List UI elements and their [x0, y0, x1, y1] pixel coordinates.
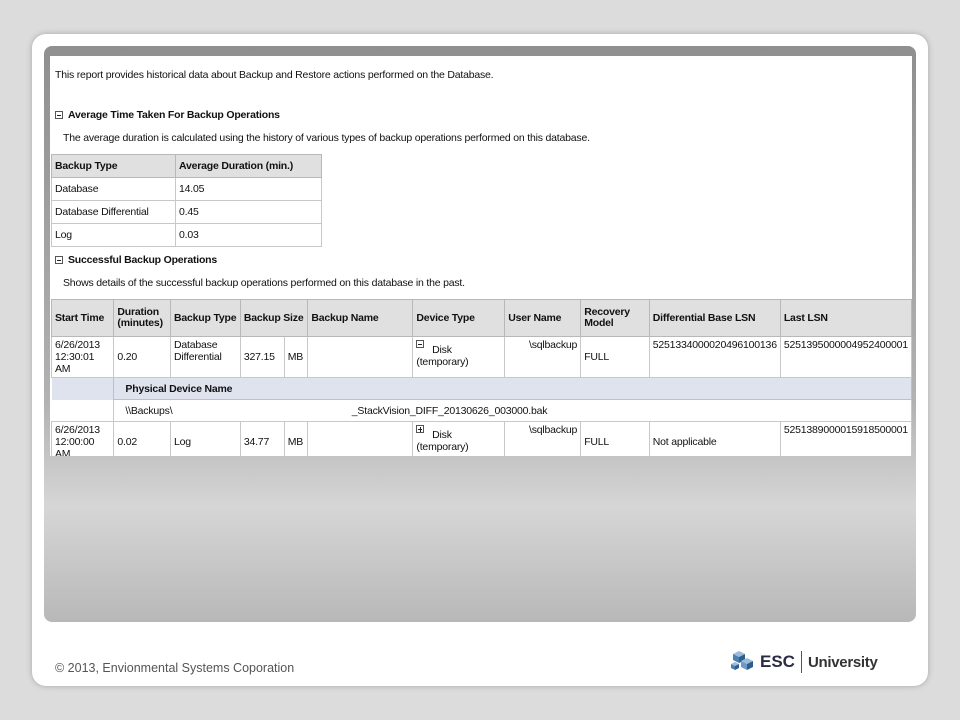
collapse-icon[interactable]: [416, 340, 425, 348]
cell-size-unit: MB: [283, 336, 309, 378]
expand-icon[interactable]: [416, 425, 425, 433]
col-start-time: Start Time: [50, 299, 115, 337]
cell-recovery-model: FULL: [580, 421, 650, 456]
col-recovery-model: Recovery Model: [580, 299, 650, 337]
avg-section-title: Average Time Taken For Backup Operations: [68, 109, 280, 121]
col-backup-type: Backup Type: [170, 299, 241, 337]
cell-backup-size: 327.15: [239, 336, 285, 378]
report-intro: This report provides historical data abo…: [55, 69, 494, 81]
table-row: Database Differential 0.45: [51, 200, 322, 224]
col-device-type: Device Type: [412, 299, 506, 337]
cell-size-unit: MB: [283, 421, 309, 456]
collapse-icon[interactable]: [55, 256, 63, 264]
cell-start-time: 6/26/2013 12:30:01 AM: [50, 336, 115, 378]
logo-divider: [800, 651, 802, 673]
cell-backup-type: Database Differential: [170, 336, 241, 378]
col-backup-type: Backup Type: [51, 154, 176, 178]
cell-backup-size: 34.77: [239, 421, 285, 456]
cell-recovery-model: FULL: [580, 336, 650, 378]
cell-start-time: 6/26/2013 12:00:00 AM: [50, 421, 115, 456]
cell-last-lsn: 5251389000015918500001: [779, 421, 912, 456]
avg-section-description: The average duration is calculated using…: [63, 132, 590, 144]
ops-section-title: Successful Backup Operations: [68, 254, 218, 266]
col-duration: Duration (minutes): [113, 299, 171, 337]
col-diff-base-lsn: Differential Base LSN: [648, 299, 781, 337]
cell-diff-base-lsn: Not applicable: [648, 421, 781, 456]
col-average-duration: Average Duration (min.): [175, 154, 322, 178]
table-row: Log 0.03: [51, 223, 322, 247]
cell-average-duration: 0.45: [175, 200, 322, 224]
collapse-icon[interactable]: [55, 111, 63, 119]
ops-section-header[interactable]: Successful Backup Operations: [55, 254, 217, 266]
cell-diff-base-lsn: 5251334000020496100136: [648, 336, 781, 378]
cell-duration: 0.20: [113, 336, 171, 378]
ops-section-description: Shows details of the successful backup o…: [63, 277, 465, 289]
physical-device-path: \\Backups\ _StackVision_DIFF_20130626_00…: [113, 399, 912, 422]
cell-backup-type: Database Differential: [51, 200, 176, 224]
cell-backup-name: [307, 421, 414, 456]
cell-duration: 0.02: [113, 421, 171, 456]
table-row: 6/26/2013 12:30:01 AM 0.20 Database Diff…: [50, 336, 912, 378]
table-header-row: Start Time Duration (minutes) Backup Typ…: [50, 299, 912, 337]
logo-university-text: University: [807, 653, 878, 671]
cell-average-duration: 14.05: [175, 177, 322, 201]
col-backup-name: Backup Name: [307, 299, 414, 337]
cell-last-lsn: 5251395000004952400001: [779, 336, 912, 378]
cell-backup-name: [307, 336, 414, 378]
cell-device-type: Disk (temporary): [412, 336, 506, 378]
avg-duration-table: Backup Type Average Duration (min.) Data…: [51, 154, 322, 247]
copyright-footer: © 2013, Envionmental Systems Coporation: [55, 661, 295, 675]
esc-university-logo: ESC University: [730, 648, 878, 676]
cube-cluster-icon: [731, 651, 753, 670]
cell-backup-type: Database: [51, 177, 176, 201]
cell-backup-type: Log: [51, 223, 176, 247]
col-user-name: User Name: [504, 299, 582, 337]
logo-esc-text: ESC: [760, 652, 795, 671]
table-row: Database 14.05: [51, 177, 322, 201]
avg-section-header[interactable]: Average Time Taken For Backup Operations: [55, 109, 280, 121]
cell-user-name: \sqlbackup: [504, 336, 582, 378]
physical-device-header-row: Physical Device Name: [51, 377, 912, 400]
physical-device-row: \\Backups\ _StackVision_DIFF_20130626_00…: [51, 399, 912, 422]
cell-device-type: Disk (temporary): [412, 421, 506, 456]
cell-user-name: \sqlbackup: [504, 421, 582, 456]
col-last-lsn: Last LSN: [779, 299, 912, 337]
col-backup-size: Backup Size: [239, 299, 309, 337]
cell-backup-type: Log: [170, 421, 241, 456]
backup-report: This report provides historical data abo…: [50, 56, 912, 456]
physical-device-label: Physical Device Name: [113, 377, 912, 400]
cell-average-duration: 0.03: [175, 223, 322, 247]
table-header-row: Backup Type Average Duration (min.): [51, 154, 322, 178]
table-row: 6/26/2013 12:00:00 AM 0.02 Log 34.77 MB …: [50, 421, 912, 456]
backup-operations-table: Start Time Duration (minutes) Backup Typ…: [50, 299, 912, 456]
